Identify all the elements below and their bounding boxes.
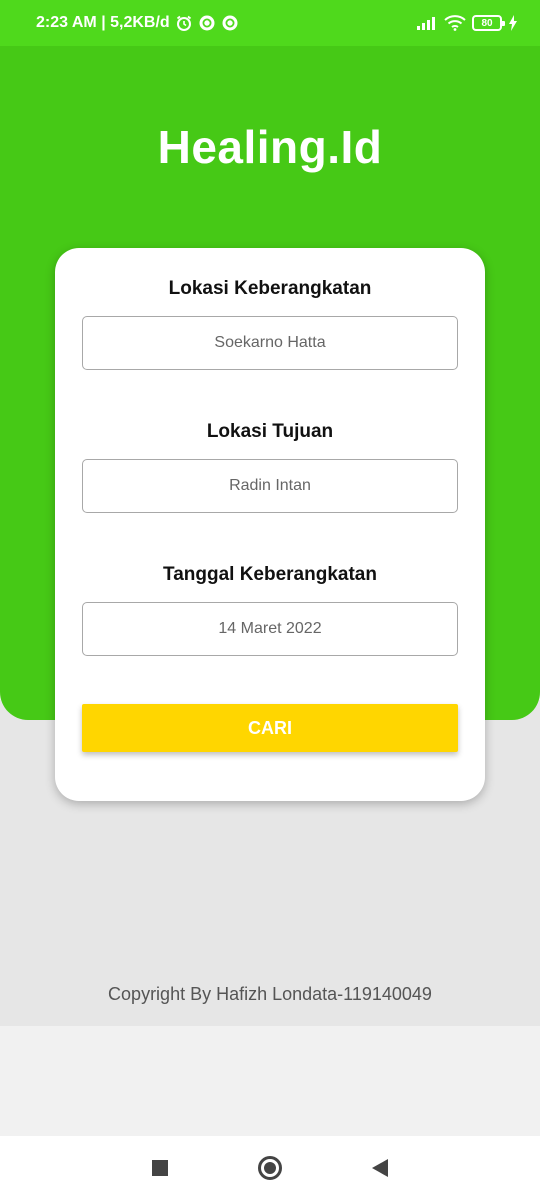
wifi-icon xyxy=(444,15,466,31)
date-input[interactable]: 14 Maret 2022 xyxy=(82,602,458,656)
status-bar-right: 80 xyxy=(416,15,518,31)
app-title: Healing.Id xyxy=(157,121,383,173)
sync-icon xyxy=(198,14,216,32)
search-form-card: Lokasi Keberangkatan Soekarno Hatta Loka… xyxy=(55,248,485,801)
destination-label: Lokasi Tujuan xyxy=(206,421,334,442)
sync-icon xyxy=(221,14,239,32)
signal-icon xyxy=(416,16,438,30)
status-time-speed: 2:23 AM | 5,2KB/d xyxy=(36,14,170,31)
alarm-icon xyxy=(175,14,193,32)
search-button[interactable]: CARI xyxy=(82,704,458,752)
departure-label: Lokasi Keberangkatan xyxy=(168,278,372,299)
back-icon[interactable] xyxy=(372,1159,388,1177)
departure-input[interactable]: Soekarno Hatta xyxy=(82,316,458,370)
status-bar: 2:23 AM | 5,2KB/d 80 xyxy=(0,0,540,46)
status-bar-left: 2:23 AM | 5,2KB/d xyxy=(36,14,239,32)
recents-icon[interactable] xyxy=(152,1160,168,1176)
home-icon[interactable] xyxy=(258,1156,282,1180)
battery-level: 80 xyxy=(481,17,493,29)
copyright-text: Copyright By Hafizh Londata-119140049 xyxy=(108,984,432,1004)
charging-icon xyxy=(508,15,518,31)
battery-icon: 80 xyxy=(472,15,505,31)
date-label: Tanggal Keberangkatan xyxy=(163,564,377,585)
destination-input[interactable]: Radin Intan xyxy=(82,459,458,513)
system-nav-bar xyxy=(0,1136,540,1200)
